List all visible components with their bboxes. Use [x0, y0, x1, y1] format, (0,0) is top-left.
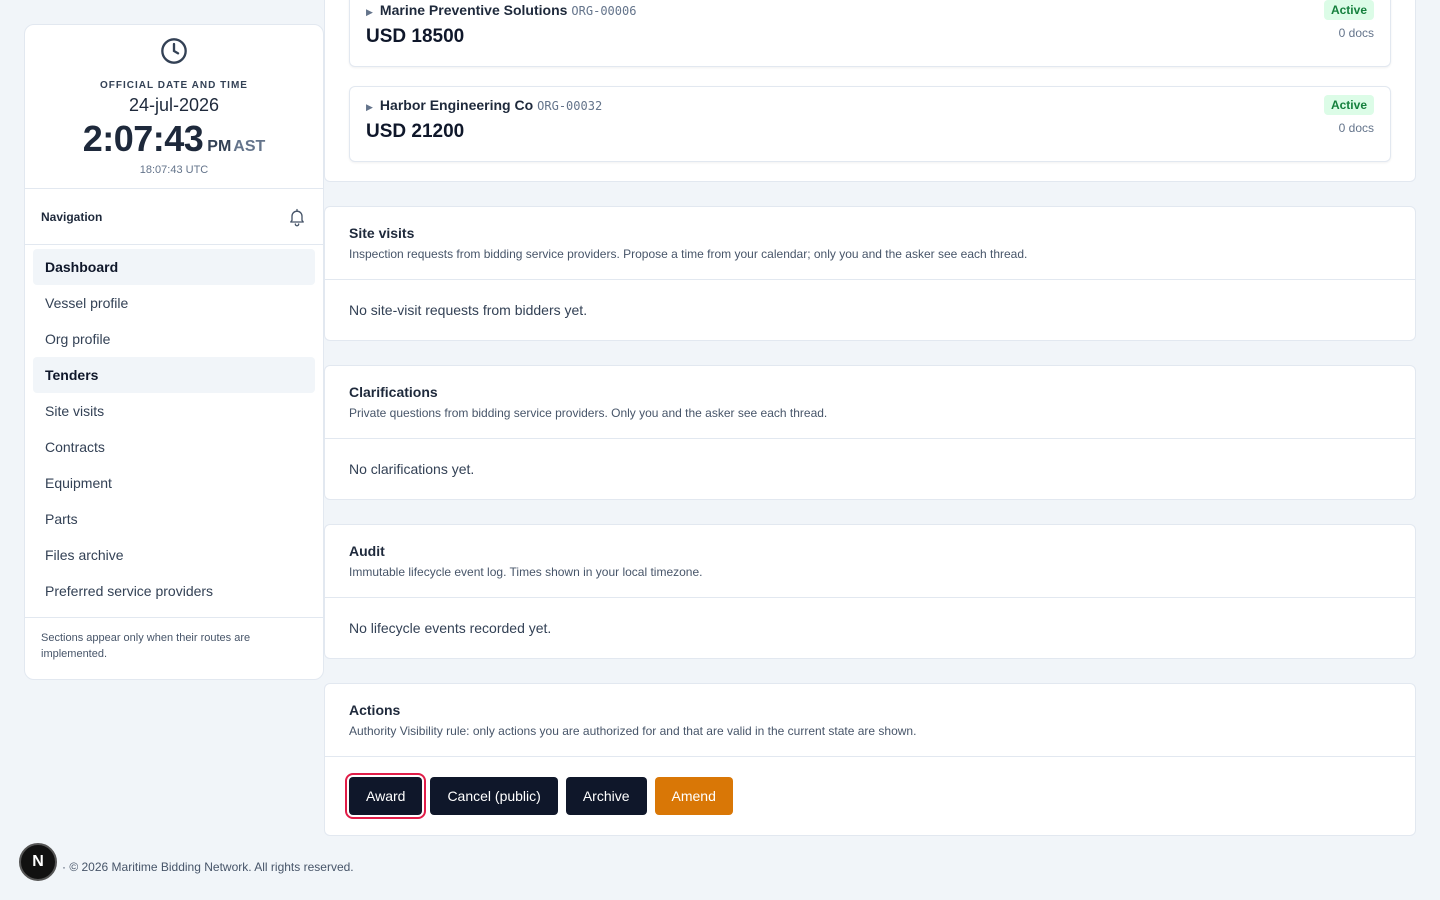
- actions-card: Actions Authority Visibility rule: only …: [324, 683, 1416, 836]
- nav-header: Navigation: [25, 189, 323, 245]
- nav-item-org-profile[interactable]: Org profile: [33, 321, 315, 357]
- footer-copyright: · © 2026 Maritime Bidding Network. All r…: [62, 860, 354, 874]
- bid-org-id: ORG-00032: [537, 99, 603, 113]
- sidebar-note: Sections appear only when their routes a…: [41, 632, 251, 660]
- section-description: Immutable lifecycle event log. Times sho…: [349, 565, 703, 579]
- section-title: Audit: [349, 543, 385, 559]
- bids-card: ▶ Marine Preventive Solutions ORG-00006 …: [324, 0, 1416, 182]
- nav-item-equipment[interactable]: Equipment: [33, 465, 315, 501]
- clock-icon: [161, 38, 187, 64]
- section-description: Authority Visibility rule: only actions …: [349, 724, 917, 738]
- empty-state: No lifecycle events recorded yet.: [349, 620, 552, 636]
- clarifications-card: Clarifications Private questions from bi…: [324, 365, 1416, 500]
- bid-name: Marine Preventive Solutions: [379, 2, 568, 18]
- bid-item[interactable]: ▶ Marine Preventive Solutions ORG-00006 …: [349, 0, 1391, 67]
- clock-time-row: 2:07:43 PM AST: [25, 118, 323, 160]
- nav-title: Navigation: [41, 209, 103, 224]
- section-title: Site visits: [349, 225, 415, 241]
- award-button[interactable]: Award: [344, 773, 427, 819]
- clock-date: 24-jul-2026: [128, 95, 220, 115]
- nav-item-files-archive[interactable]: Files archive: [33, 537, 315, 573]
- bid-docs-count: 0 docs: [1338, 121, 1374, 135]
- bid-header: ▶ Marine Preventive Solutions ORG-00006: [366, 2, 636, 18]
- clock-ampm: PM: [207, 138, 232, 155]
- bid-amount: USD 18500: [366, 26, 465, 47]
- nav-item-site-visits[interactable]: Site visits: [33, 393, 315, 429]
- section-header: Clarifications Private questions from bi…: [325, 366, 1415, 439]
- bell-icon[interactable]: [287, 207, 307, 227]
- status-badge: Active: [1323, 95, 1374, 115]
- cancel-public-button[interactable]: Cancel (public): [430, 777, 558, 815]
- section-header: Actions Authority Visibility rule: only …: [325, 684, 1415, 757]
- section-title: Actions: [349, 702, 401, 718]
- section-title: Clarifications: [349, 384, 438, 400]
- clock-timezone: AST: [233, 138, 266, 155]
- clock-utc: 18:07:43 UTC: [139, 164, 209, 176]
- sidebar: OFFICIAL DATE AND TIME 24-jul-2026 2:07:…: [24, 24, 324, 680]
- official-clock: OFFICIAL DATE AND TIME 24-jul-2026 2:07:…: [25, 25, 323, 189]
- clock-label: OFFICIAL DATE AND TIME: [100, 80, 248, 91]
- section-description: Private questions from bidding service p…: [349, 406, 828, 420]
- nav-item-preferred-service-providers[interactable]: Preferred service providers: [33, 573, 315, 609]
- nav-item-parts[interactable]: Parts: [33, 501, 315, 537]
- dev-tools-badge[interactable]: N: [19, 843, 57, 881]
- site-visits-card: Site visits Inspection requests from bid…: [324, 206, 1416, 341]
- nav-item-contracts[interactable]: Contracts: [33, 429, 315, 465]
- section-header: Site visits Inspection requests from bid…: [325, 207, 1415, 280]
- nav-item-vessel-profile[interactable]: Vessel profile: [33, 285, 315, 321]
- status-badge: Active: [1323, 0, 1374, 20]
- bid-docs-count: 0 docs: [1338, 26, 1374, 40]
- caret-right-icon[interactable]: ▶: [366, 7, 373, 18]
- nav-item-tenders[interactable]: Tenders: [33, 357, 315, 393]
- empty-state: No site-visit requests from bidders yet.: [349, 302, 588, 318]
- nav-item-dashboard[interactable]: Dashboard: [33, 249, 315, 285]
- audit-card: Audit Immutable lifecycle event log. Tim…: [324, 524, 1416, 659]
- empty-state: No clarifications yet.: [349, 461, 475, 477]
- amend-button[interactable]: Amend: [654, 777, 733, 815]
- bid-name: Harbor Engineering Co: [379, 97, 534, 113]
- archive-button[interactable]: Archive: [565, 777, 647, 815]
- bid-amount: USD 21200: [366, 121, 465, 142]
- bid-item[interactable]: ▶ Harbor Engineering Co ORG-00032 USD 21…: [349, 86, 1391, 162]
- section-header: Audit Immutable lifecycle event log. Tim…: [325, 525, 1415, 598]
- bid-org-id: ORG-00006: [571, 4, 637, 18]
- actions-row: Award Cancel (public) Archive Amend: [325, 757, 1415, 835]
- bid-header: ▶ Harbor Engineering Co ORG-00032: [366, 97, 602, 113]
- section-description: Inspection requests from bidding service…: [349, 247, 1028, 261]
- clock-time: 2:07:43: [82, 118, 204, 159]
- nav-list: Dashboard Vessel profile Org profile Ten…: [25, 245, 323, 618]
- caret-right-icon[interactable]: ▶: [366, 102, 373, 113]
